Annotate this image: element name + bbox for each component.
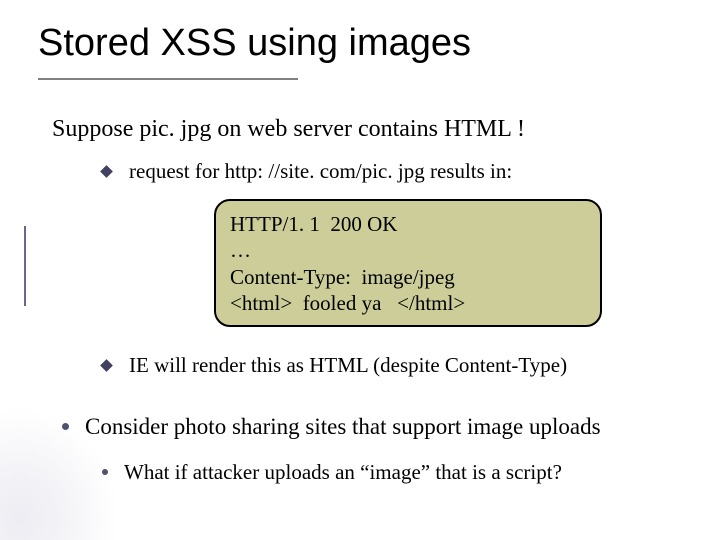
title-underline [38, 78, 298, 80]
line-ie: IE will render this as HTML (despite Con… [102, 353, 567, 378]
line-request: request for http: //site. com/pic. jpg r… [102, 159, 512, 184]
line-whatif: What if attacker uploads an “image” that… [102, 460, 562, 485]
bullet-diamond-icon [100, 165, 113, 178]
code-line-5: <html> fooled ya </html> [230, 290, 586, 316]
slide-title: Stored XSS using images [38, 22, 471, 65]
request-url: http: //site. com/pic. jpg [225, 159, 425, 183]
accent-bar [24, 226, 26, 306]
whatif-text: What if attacker uploads an “image” that… [124, 460, 562, 484]
line-consider: Consider photo sharing sites that suppor… [62, 414, 601, 440]
request-post: results in: [425, 159, 513, 183]
suppose-file: pic. jpg [139, 116, 211, 142]
consider-text: Consider photo sharing sites that suppor… [85, 414, 601, 439]
ie-pre: IE will render this as HTML [129, 353, 373, 377]
ie-post: (despite Content-Type) [373, 353, 567, 377]
bullet-diamond-icon [100, 359, 113, 372]
bullet-disc-icon [62, 423, 69, 430]
code-line-2: … [230, 237, 586, 263]
suppose-post: on web server contains HTML ! [211, 116, 525, 142]
code-line-1: HTTP/1. 1 200 OK [230, 211, 586, 237]
code-line-3: Content-Type: image/jpeg [230, 264, 586, 290]
suppose-pre: Suppose [52, 116, 139, 142]
line-suppose: Suppose pic. jpg on web server contains … [52, 116, 525, 143]
bullet-disc-icon [102, 469, 108, 475]
http-response-box: HTTP/1. 1 200 OK … Content-Type: image/j… [214, 199, 602, 327]
request-pre: request for [129, 159, 225, 183]
slide: Stored XSS using images Suppose pic. jpg… [0, 0, 720, 540]
